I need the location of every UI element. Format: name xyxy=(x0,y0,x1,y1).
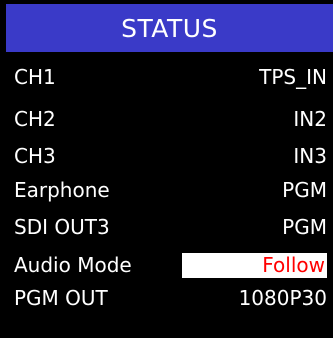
row-label: CH2 xyxy=(14,107,56,131)
menu-row-audio-mode[interactable]: Audio Mode Follow xyxy=(6,250,327,280)
row-value: IN3 xyxy=(293,144,327,168)
menu-row-ch1[interactable]: CH1 TPS_IN xyxy=(6,62,327,92)
row-value: TPS_IN xyxy=(259,65,327,89)
status-menu: STATUS CH1 TPS_IN CH2 IN2 CH3 IN3 Earpho… xyxy=(0,0,333,338)
row-value: IN2 xyxy=(293,107,327,131)
menu-title: STATUS xyxy=(6,4,333,52)
row-label: Audio Mode xyxy=(14,253,132,277)
menu-row-pgm-out[interactable]: PGM OUT 1080P30 xyxy=(6,283,327,313)
row-label: PGM OUT xyxy=(14,286,108,310)
row-label: Earphone xyxy=(14,178,110,202)
row-value: PGM xyxy=(282,215,327,239)
row-value: 1080P30 xyxy=(238,286,327,310)
row-label: SDI OUT3 xyxy=(14,215,110,239)
menu-row-ch2[interactable]: CH2 IN2 xyxy=(6,104,327,134)
selected-value-field[interactable]: Follow xyxy=(182,253,327,278)
menu-row-ch3[interactable]: CH3 IN3 xyxy=(6,141,327,171)
row-label: CH3 xyxy=(14,144,56,168)
row-label: CH1 xyxy=(14,65,56,89)
menu-row-sdi-out3[interactable]: SDI OUT3 PGM xyxy=(6,212,327,242)
row-value: PGM xyxy=(282,178,327,202)
menu-row-earphone[interactable]: Earphone PGM xyxy=(6,175,327,205)
